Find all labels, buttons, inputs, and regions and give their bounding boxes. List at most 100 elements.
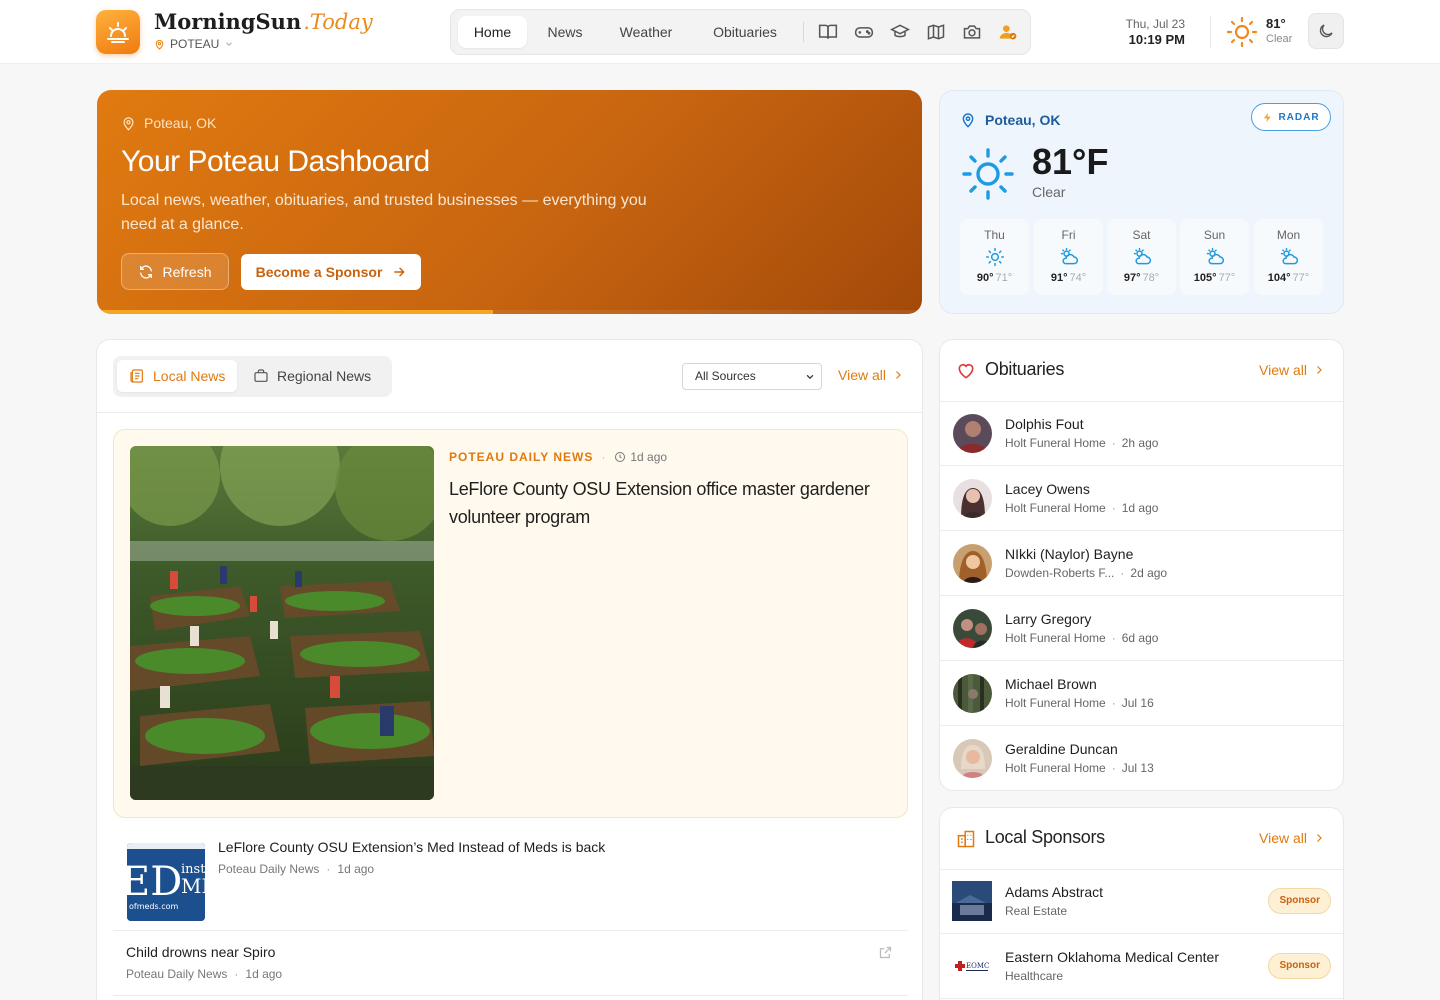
sponsor-name: Adams Abstract: [1005, 884, 1104, 900]
refresh-button[interactable]: Refresh: [121, 253, 229, 290]
forecast-low: 74°: [1069, 272, 1087, 284]
map-pin-icon: [123, 116, 134, 131]
sponsor-item[interactable]: EOMC Eastern Oklahoma Medical Center Hea…: [940, 934, 1343, 999]
sponsor-category: Healthcare: [1005, 969, 1064, 983]
obituaries-view-all-link[interactable]: View all: [1259, 362, 1325, 378]
news-card: Local News Regional News All Sources Vie…: [96, 339, 923, 1000]
weather-temp: 81°F: [1032, 141, 1109, 182]
external-link-icon[interactable]: [878, 945, 893, 960]
forecast-low: 71°: [995, 272, 1013, 284]
partly-cloudy-icon: [1206, 247, 1224, 265]
nav-tab-obituaries[interactable]: Obituaries: [697, 16, 793, 48]
obituary-time: 6d ago: [1121, 631, 1159, 645]
source-select-value: All Sources: [695, 369, 756, 383]
nav-tab-weather[interactable]: Weather: [607, 16, 685, 48]
obituary-time: 1d ago: [1121, 501, 1159, 515]
featured-time: 1d ago: [614, 450, 667, 464]
article-title[interactable]: LeFlore County OSU Extension’s Med Inste…: [218, 839, 605, 855]
radar-label: RADAR: [1278, 111, 1320, 123]
forecast-temps: 91° 74°: [1034, 272, 1103, 284]
article-item[interactable]: Child drowns near Spiro Poteau Daily New…: [113, 931, 908, 996]
radar-button[interactable]: RADAR: [1251, 103, 1331, 131]
featured-article-image[interactable]: [130, 446, 434, 800]
location-selector[interactable]: POTEAU: [154, 37, 234, 51]
nav-tab-news[interactable]: News: [535, 16, 595, 48]
map-pin-icon: [962, 113, 974, 128]
avatar: [953, 739, 992, 778]
row-divider: [940, 998, 1343, 999]
featured-article[interactable]: POTEAU DAILY NEWS · 1d ago LeFlore Count…: [113, 429, 908, 818]
brand-main: MorningSun: [154, 9, 302, 34]
building-icon: [957, 830, 975, 848]
article-source: Poteau Daily News: [126, 967, 228, 981]
weather-location-label: Poteau, OK: [985, 112, 1061, 128]
article-thumbnail[interactable]: ED inst MI ofmeds.com: [127, 843, 205, 921]
tab-local-news[interactable]: Local News: [117, 360, 238, 392]
sponsor-logo: EOMC: [952, 946, 992, 986]
news-header: Local News Regional News All Sources Vie…: [97, 340, 922, 413]
avatar: [953, 479, 992, 518]
sponsors-view-all-link[interactable]: View all: [1259, 830, 1325, 846]
dark-mode-toggle[interactable]: [1308, 13, 1344, 49]
view-all-label: View all: [838, 367, 886, 383]
thumb-text-mi: MI: [181, 874, 205, 898]
hero-subtitle: Local news, weather, obituaries, and tru…: [121, 192, 647, 233]
user-sponsor-icon[interactable]: [998, 22, 1018, 42]
brand-name[interactable]: MorningSun.Today: [154, 9, 373, 34]
avatar: [953, 544, 992, 583]
funeral-home: Holt Funeral Home: [1005, 631, 1106, 645]
map-pin-icon: [155, 39, 164, 50]
header-condition: Clear: [1266, 33, 1293, 45]
nav-tab-home[interactable]: Home: [458, 16, 527, 48]
obituary-meta: Holt Funeral Home · Jul 16: [1005, 696, 1154, 710]
article-time: 1d ago: [245, 967, 283, 981]
obituary-time: 2d ago: [1130, 566, 1168, 580]
forecast-high: 104°: [1267, 272, 1291, 284]
obituary-item[interactable]: Dolphis Fout Holt Funeral Home · 2h ago: [940, 401, 1343, 466]
obituary-name: Larry Gregory: [1005, 611, 1092, 627]
tab-local-news-label: Local News: [153, 368, 226, 384]
tab-regional-news[interactable]: Regional News: [241, 360, 383, 392]
header-divider: [1210, 16, 1211, 48]
forecast-day: Mon 104° 77°: [1254, 219, 1323, 295]
funeral-home: Dowden-Roberts F...: [1005, 566, 1115, 580]
featured-article-title[interactable]: LeFlore County OSU Extension office mast…: [449, 475, 889, 531]
book-icon[interactable]: [818, 22, 838, 42]
obituary-item[interactable]: Geraldine Duncan Holt Funeral Home · Jul 1…: [940, 726, 1343, 790]
sponsors-card: Local Sponsors View all Adams Abstract R…: [939, 807, 1344, 1000]
sun-icon: [962, 148, 1014, 200]
refresh-label: Refresh: [162, 263, 212, 280]
graduation-cap-icon[interactable]: [890, 22, 910, 42]
refresh-icon: [140, 264, 153, 279]
sponsors-title: Local Sponsors: [985, 827, 1105, 847]
clock-icon: [615, 452, 626, 462]
article-item[interactable]: ED inst MI ofmeds.com LeFlore County OSU…: [113, 833, 908, 931]
obituary-item[interactable]: Larry Gregory Holt Funeral Home · 6d ago: [940, 596, 1343, 661]
forecast-temps: 104° 77°: [1254, 272, 1323, 284]
source-select[interactable]: All Sources: [682, 363, 822, 390]
obituaries-title: Obituaries: [985, 359, 1065, 379]
news-tab-switch: Local News Regional News: [113, 356, 392, 397]
obituary-item[interactable]: NIkki (Naylor) Bayne Dowden-Roberts F...…: [940, 531, 1343, 596]
chevron-right-icon: [896, 371, 901, 379]
map-icon[interactable]: [926, 22, 946, 42]
sun-icon: [985, 247, 1004, 267]
obituary-item[interactable]: Michael Brown Holt Funeral Home · Jul 16: [940, 661, 1343, 726]
sponsor-item[interactable]: Adams Abstract Real Estate Sponsor: [940, 869, 1343, 934]
camera-icon[interactable]: [962, 22, 982, 42]
become-sponsor-button[interactable]: Become a Sponsor: [241, 254, 421, 290]
article-title[interactable]: Child drowns near Spiro: [126, 944, 275, 960]
news-view-all-link[interactable]: View all: [838, 367, 904, 383]
date-time: Thu, Jul 23 10:19 PM: [1126, 16, 1185, 48]
forecast-high: 91°: [1050, 272, 1068, 284]
featured-time-label: 1d ago: [630, 450, 668, 464]
obituary-time: Jul 16: [1121, 696, 1154, 710]
sunrise-logo-icon[interactable]: [96, 10, 140, 54]
funeral-home: Holt Funeral Home: [1005, 696, 1106, 710]
sponsor-logo: [952, 881, 992, 921]
gamepad-icon[interactable]: [854, 22, 874, 42]
forecast-day-label: Mon: [1276, 228, 1301, 242]
obituary-item[interactable]: Lacey Owens Holt Funeral Home · 1d ago: [940, 466, 1343, 531]
avatar: [953, 609, 992, 648]
weather-condition: Clear: [1032, 184, 1066, 200]
